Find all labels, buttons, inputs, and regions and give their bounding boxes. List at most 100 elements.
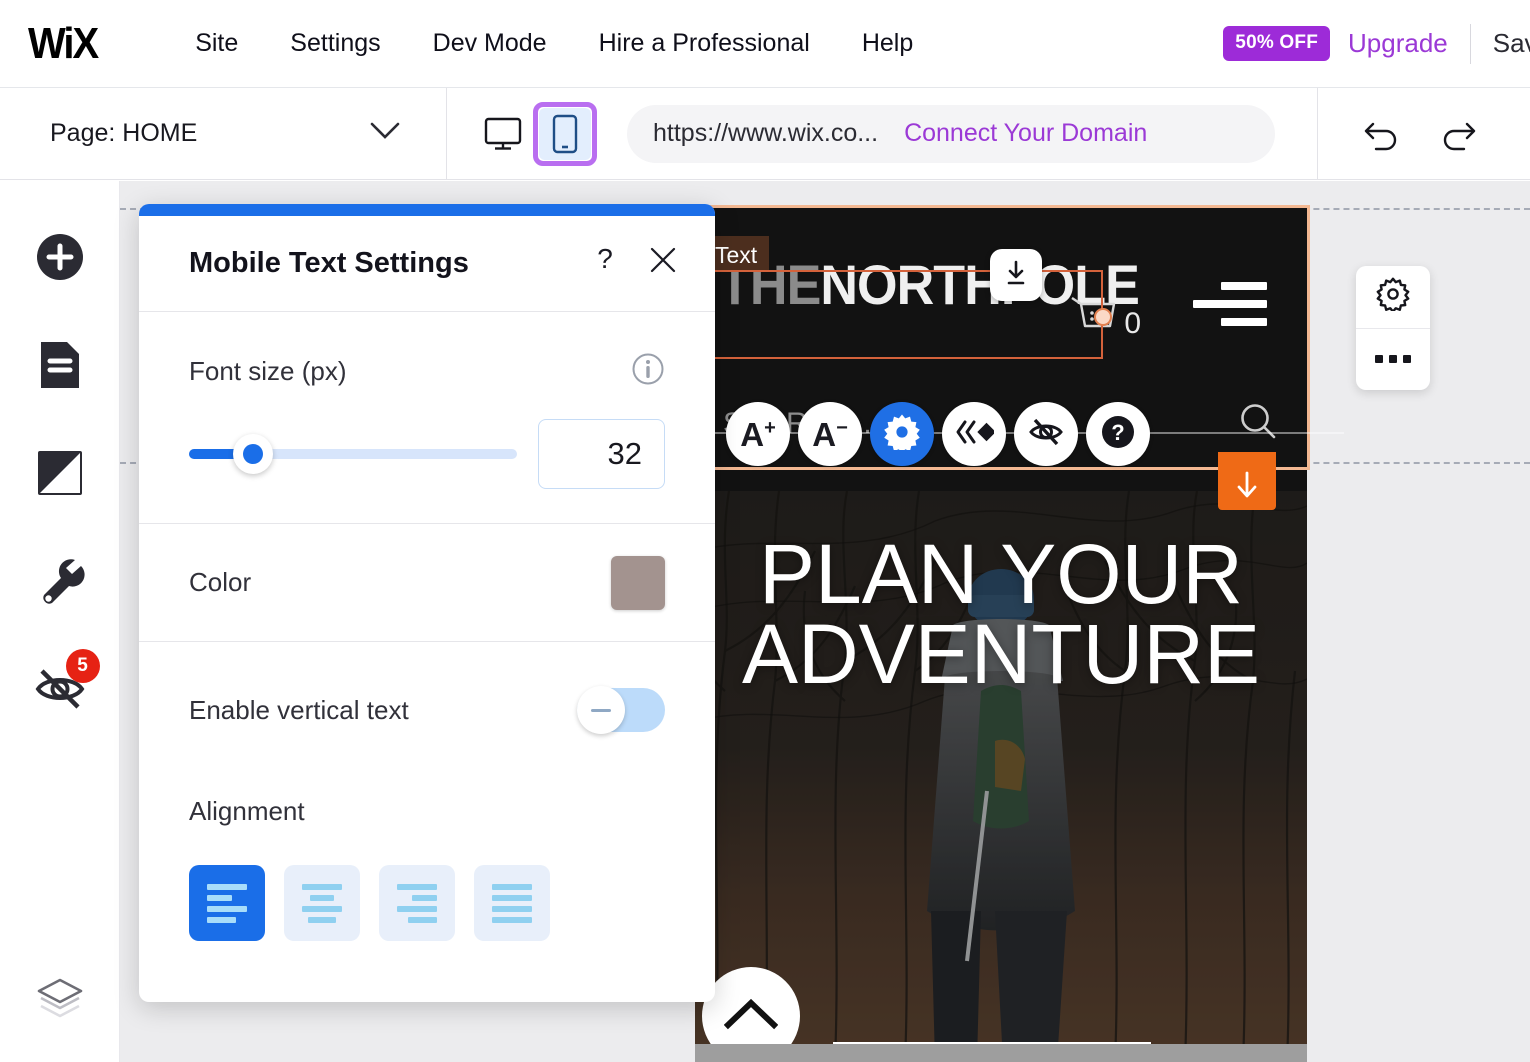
element-floating-toolbar: A+ A− ?	[726, 402, 1150, 466]
hero-section: PLAN YOUR ADVENTURE SHOP NOW	[695, 491, 1307, 1062]
undo-redo-group	[1317, 87, 1478, 180]
increase-font-label: A+	[740, 415, 776, 453]
font-size-slider[interactable]	[189, 434, 517, 474]
search-icon[interactable]	[1237, 400, 1279, 447]
panel-header: Mobile Text Settings ?	[139, 216, 715, 312]
redo-button[interactable]	[1438, 116, 1478, 152]
eye-slash-icon	[1027, 416, 1065, 453]
panel-close-button[interactable]	[631, 246, 683, 282]
page-selector[interactable]: Page: HOME	[0, 87, 447, 180]
hamburger-menu-icon[interactable]	[1193, 282, 1267, 326]
chevron-up-icon	[723, 997, 779, 1036]
align-center-icon	[302, 883, 342, 923]
svg-text:?: ?	[1111, 420, 1124, 445]
panel-accent-bar	[139, 204, 715, 216]
ellipsis-icon	[1375, 355, 1411, 364]
svg-text:?: ?	[597, 245, 613, 274]
align-center-button[interactable]	[284, 865, 360, 941]
sidebar-item-hidden-elements[interactable]: 5	[28, 649, 100, 723]
slider-thumb[interactable]	[233, 434, 273, 474]
section-settings-button[interactable]	[1356, 266, 1430, 328]
connect-domain-link[interactable]: Connect Your Domain	[904, 119, 1147, 148]
chevron-down-icon	[370, 122, 400, 145]
menu-dev-mode[interactable]: Dev Mode	[407, 29, 573, 58]
font-size-input[interactable]: 32	[538, 419, 665, 489]
wrench-icon	[34, 555, 86, 612]
mobile-site-preview: THENORTHPOLE 0 PLAN YOUR ADVENTURE Text	[695, 208, 1307, 1062]
mobile-view-button[interactable]	[539, 107, 591, 160]
info-icon[interactable]	[631, 352, 665, 391]
sidebar-item-add-elements[interactable]	[28, 227, 92, 291]
alignment-control: Alignment	[139, 778, 715, 941]
animation-button[interactable]	[942, 402, 1006, 466]
font-size-label: Font size (px)	[189, 356, 347, 386]
top-right-actions: 50% OFF Upgrade Save	[1223, 23, 1530, 64]
wix-logo[interactable]: WiX	[28, 22, 99, 65]
sidebar-item-layers[interactable]	[28, 968, 92, 1032]
site-url-text: https://www.wix.co...	[653, 119, 879, 147]
page-selector-label: Page: HOME	[50, 119, 198, 147]
promo-badge[interactable]: 50% OFF	[1223, 26, 1330, 61]
animation-icon	[954, 417, 996, 452]
plus-circle-icon	[34, 231, 86, 288]
pin-to-screen-button[interactable]	[990, 249, 1042, 301]
section-actions-card	[1356, 266, 1430, 390]
theme-square-icon	[35, 448, 85, 503]
align-left-icon	[207, 883, 247, 923]
hero-heading[interactable]: PLAN YOUR ADVENTURE	[695, 532, 1307, 701]
color-label: Color	[189, 567, 252, 597]
color-swatch-button[interactable]	[611, 555, 665, 610]
cart-button[interactable]: 0	[1068, 292, 1141, 339]
panel-help-button[interactable]: ?	[579, 243, 631, 283]
text-settings-button[interactable]	[870, 402, 934, 466]
upgrade-button[interactable]: Upgrade	[1348, 28, 1448, 59]
mobile-text-settings-panel: Mobile Text Settings ? Font size (px) 32…	[139, 204, 715, 1002]
sidebar-item-pages[interactable]	[28, 335, 92, 399]
alignment-label: Alignment	[189, 796, 305, 826]
menu-hire-a-professional[interactable]: Hire a Professional	[573, 29, 836, 58]
arrow-down-icon	[1234, 469, 1260, 506]
decrease-font-label: A−	[812, 415, 848, 453]
mobile-view-highlight	[533, 101, 597, 166]
question-circle-icon: ?	[1099, 413, 1137, 456]
gear-icon	[1376, 277, 1410, 316]
site-url-bar[interactable]: https://www.wix.co... Connect Your Domai…	[627, 104, 1275, 163]
vertical-text-toggle[interactable]	[577, 686, 665, 734]
align-justify-button[interactable]	[474, 865, 550, 941]
menu-settings[interactable]: Settings	[264, 29, 406, 58]
color-control: Color	[139, 524, 715, 642]
font-size-row: 32	[189, 419, 665, 489]
align-right-button[interactable]	[379, 865, 455, 941]
section-more-actions-button[interactable]	[1356, 329, 1430, 391]
undo-button[interactable]	[1362, 116, 1402, 152]
menu-site[interactable]: Site	[169, 29, 264, 58]
layers-icon	[35, 976, 85, 1025]
increase-font-size-button[interactable]: A+	[726, 402, 790, 466]
menu-help[interactable]: Help	[836, 29, 939, 58]
wix-editor-window: WiX Site Settings Dev Mode Hire a Profes…	[0, 0, 1530, 1062]
preview-bottom-bar	[695, 1044, 1307, 1062]
shopping-cart-icon	[1068, 292, 1118, 339]
help-button[interactable]: ?	[1086, 402, 1150, 466]
hero-line-2: ADVENTURE	[741, 606, 1261, 701]
divider	[1469, 23, 1471, 64]
viewport-toggle-group	[477, 101, 597, 166]
hide-element-button[interactable]	[1014, 402, 1078, 466]
vertical-text-control: Enable vertical text	[139, 642, 715, 778]
pages-document-icon	[37, 339, 83, 396]
top-menu: Site Settings Dev Mode Hire a Profession…	[169, 29, 939, 58]
save-button[interactable]: Save	[1493, 28, 1530, 59]
cart-count: 0	[1124, 307, 1141, 340]
align-left-button[interactable]	[189, 865, 265, 941]
vertical-text-label: Enable vertical text	[189, 694, 409, 725]
align-justify-icon	[492, 883, 532, 923]
font-size-header: Font size (px)	[189, 352, 665, 391]
section-collapse-tab[interactable]	[1218, 452, 1276, 510]
pin-to-screen-icon	[1001, 258, 1031, 293]
hidden-elements-badge: 5	[65, 649, 100, 683]
sidebar-item-site-design[interactable]	[28, 443, 92, 507]
font-size-control: Font size (px) 32	[139, 312, 715, 524]
decrease-font-size-button[interactable]: A−	[798, 402, 862, 466]
sidebar-item-tools[interactable]	[28, 551, 92, 615]
desktop-view-button[interactable]	[477, 108, 529, 160]
